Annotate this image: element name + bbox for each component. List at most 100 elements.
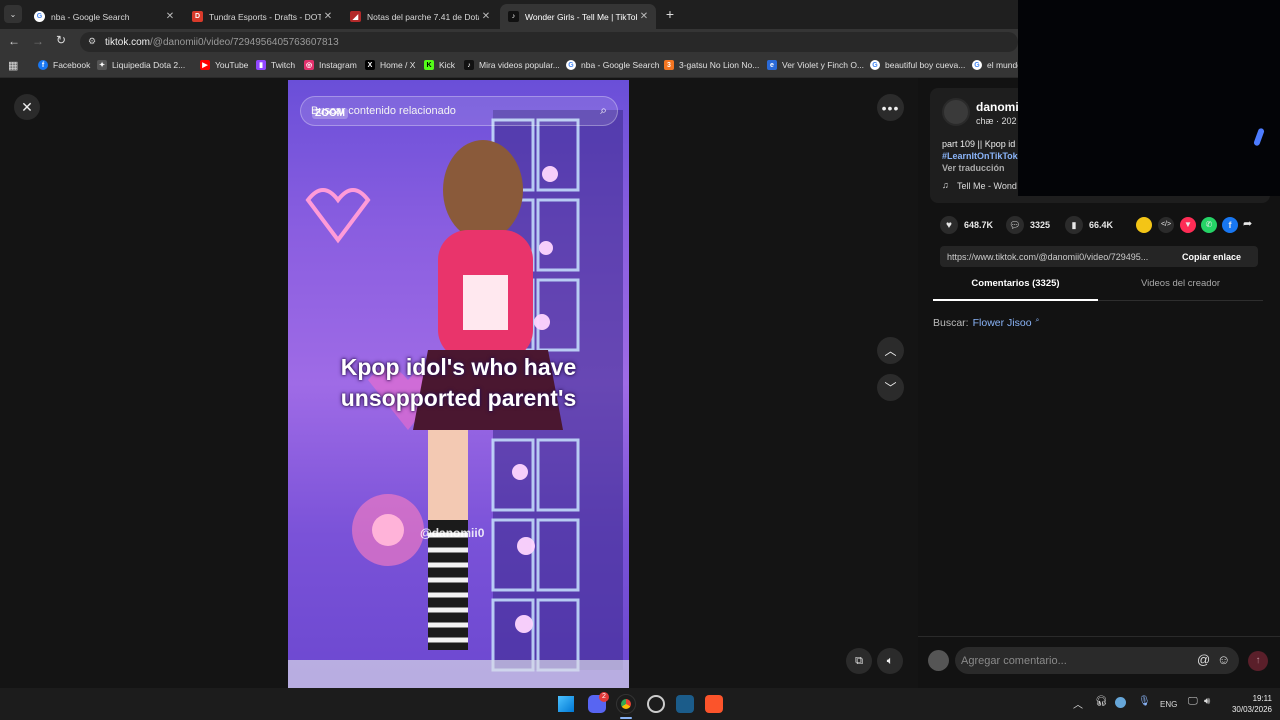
send-icon[interactable]: ▼: [1180, 217, 1196, 233]
bookmark-kick[interactable]: K Kick: [424, 60, 455, 70]
site-info-icon[interactable]: ⚙: [88, 36, 96, 47]
bookmark-instagram[interactable]: ◎ Instagram: [304, 60, 357, 70]
next-video-button[interactable]: ﹀: [877, 374, 904, 401]
bookmark-label: Mira videos popular...: [479, 60, 560, 70]
obs-icon[interactable]: [647, 695, 665, 713]
webcam-highlight: [1253, 127, 1265, 147]
address-bar[interactable]: ⚙ tiktok.com /@danomii0/video/7294956405…: [80, 32, 1018, 52]
tiktok-icon: ♪: [464, 60, 474, 70]
mention-icon[interactable]: @: [1197, 652, 1210, 667]
tab-search-button[interactable]: ⌄: [4, 5, 22, 23]
coin-icon[interactable]: [1136, 217, 1152, 233]
new-tab-button[interactable]: +: [662, 6, 678, 22]
forward-icon[interactable]: →: [32, 34, 44, 48]
tab-creator-videos[interactable]: Videos del creador: [1098, 278, 1263, 301]
like-button[interactable]: ♥ 648.7K: [940, 216, 993, 234]
tab-title: Wonder Girls - Tell Me | TikTok: [525, 11, 637, 22]
tab-tiktok[interactable]: ♪ Wonder Girls - Tell Me | TikTok ✕: [500, 4, 656, 29]
search-icon[interactable]: ⌕: [600, 103, 607, 118]
bookmark-label: beautiful boy cueva...: [885, 60, 966, 70]
close-icon[interactable]: ✕: [637, 11, 651, 22]
tab-patch[interactable]: ◢ Notas del parche 7.41 de Dota ✕: [342, 4, 498, 29]
bookmark-facebook[interactable]: f Facebook: [38, 60, 90, 70]
search-suggestion[interactable]: Buscar: Flower Jisoo ⌕: [933, 317, 1039, 329]
apps-grid-icon[interactable]: ▦: [8, 59, 18, 72]
bookmark-youtube[interactable]: ▶ YouTube: [200, 60, 248, 70]
bookmark-label: Liquipedia Dota 2...: [112, 60, 186, 70]
bookmark-x[interactable]: X Home / X: [365, 60, 415, 70]
liquipedia-icon: ✦: [97, 60, 107, 70]
brave-icon[interactable]: [705, 695, 723, 713]
volume-button[interactable]: 🔈︎: [877, 648, 903, 674]
close-icon[interactable]: ✕: [163, 11, 177, 22]
avatar[interactable]: [942, 98, 970, 126]
network-icon[interactable]: 🖵︎: [1188, 696, 1198, 707]
reload-icon[interactable]: ↻: [56, 33, 66, 47]
youtube-icon: ▶: [200, 60, 210, 70]
post-comment-button[interactable]: ↑: [1248, 651, 1268, 671]
save-button[interactable]: ▮ 66.4K: [1065, 216, 1113, 234]
author-name[interactable]: danomii: [976, 100, 1022, 114]
discord-badge: 2: [599, 692, 609, 702]
bookmark-nba[interactable]: Gnba - Google Search: [566, 60, 659, 70]
close-icon: ✕: [21, 98, 33, 115]
bookmark-3gatsu[interactable]: 3 3-gatsu No Lion No...: [664, 60, 759, 70]
copy-link-button[interactable]: Copiar enlace: [1176, 252, 1241, 262]
bookmark-label: Kick: [439, 60, 456, 70]
facebook-icon: f: [38, 60, 48, 70]
volume-icon: 🔈︎: [886, 654, 894, 667]
close-icon[interactable]: ✕: [479, 11, 493, 22]
bookmark-beautiful-boy[interactable]: Gbeautiful boy cueva...: [870, 60, 965, 70]
mini-player-icon: ⧉: [855, 654, 863, 667]
heart-icon: ♥: [940, 216, 958, 234]
whatsapp-icon[interactable]: ✆: [1201, 217, 1217, 233]
bookmark-tiktok[interactable]: ♪ Mira videos popular...: [464, 60, 560, 70]
embed-icon[interactable]: </>: [1158, 217, 1174, 233]
like-count: 648.7K: [964, 220, 994, 230]
music-title[interactable]: Tell Me - Wond: [957, 181, 1017, 191]
user-avatar: [928, 650, 949, 671]
zoom-logo: ZOOM: [312, 108, 348, 119]
comment-button[interactable]: 💬︎ 3325: [1006, 216, 1050, 234]
facebook-share-icon[interactable]: f: [1222, 217, 1238, 233]
clock-date: 30/03/2026: [1231, 705, 1272, 714]
more-options-button[interactable]: •••: [877, 94, 904, 121]
previous-video-button[interactable]: ︿: [877, 337, 904, 364]
tab-title: Tundra Esports - Drafts - DOTA: [209, 11, 321, 22]
dota-icon: D: [192, 11, 203, 22]
search-suggestion-term[interactable]: Flower Jisoo: [973, 317, 1032, 329]
hashtag-link[interactable]: #LearnItOnTikTok: [942, 151, 1018, 161]
tab-tundra[interactable]: D Tundra Esports - Drafts - DOTA ✕: [184, 4, 340, 29]
share-link-text[interactable]: https://www.tiktok.com/@danomii0/video/7…: [940, 252, 1176, 262]
windows-start-icon[interactable]: [558, 696, 574, 712]
tray-chevron-icon[interactable]: ︿: [1073, 696, 1083, 711]
mic-icon[interactable]: 🎙︎: [1138, 696, 1151, 707]
video-player[interactable]: Buscar contenido relacionado ⌕ ZOOM Kpop…: [288, 80, 629, 688]
bookmark-violet[interactable]: e Ver Violet y Finch O...: [767, 60, 864, 70]
language-indicator[interactable]: ENG: [1160, 700, 1177, 709]
steam-icon[interactable]: [676, 695, 694, 713]
close-video-button[interactable]: ✕: [14, 94, 40, 120]
tab-nba[interactable]: G nba - Google Search ✕: [26, 4, 182, 29]
emoji-icon[interactable]: ☺: [1217, 652, 1230, 667]
mini-player-button[interactable]: ⧉: [846, 648, 872, 674]
share-arrow-icon[interactable]: ➦: [1243, 217, 1252, 230]
bookmark-twitch[interactable]: ▮ Twitch: [256, 60, 295, 70]
comment-icon: 💬︎: [1006, 216, 1024, 234]
headset-icon[interactable]: 🎧︎: [1095, 696, 1108, 707]
chrome-icon[interactable]: [616, 694, 636, 714]
back-icon[interactable]: ←: [8, 34, 20, 48]
speaker-icon[interactable]: 🔊︎: [1204, 696, 1210, 707]
x-icon: X: [365, 60, 375, 70]
twitch-icon: ▮: [256, 60, 266, 70]
tab-comments[interactable]: Comentarios (3325): [933, 278, 1098, 301]
bookmark-label: Ver Violet y Finch O...: [782, 60, 865, 70]
comment-input[interactable]: Agregar comentario... @ ☺: [955, 647, 1239, 674]
bookmark-liquipedia[interactable]: ✦ Liquipedia Dota 2...: [97, 60, 185, 70]
clock[interactable]: 19:11 30/03/2026: [1222, 693, 1272, 715]
bookmark-el-mundo[interactable]: Gel mundo: [972, 60, 1022, 70]
close-icon[interactable]: ✕: [321, 11, 335, 22]
steam-tray-icon[interactable]: [1115, 697, 1126, 708]
translate-link[interactable]: Ver traducción: [942, 163, 1005, 173]
bookmark-label: Instagram: [319, 60, 357, 70]
